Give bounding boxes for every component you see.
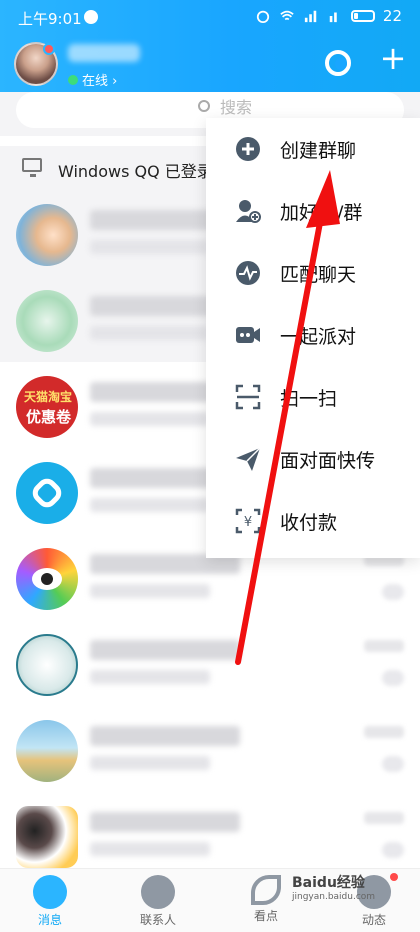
chat-time-blurred xyxy=(364,640,404,652)
menu-item-label: 收付款 xyxy=(280,511,338,534)
online-dot xyxy=(68,74,78,85)
online-label: 在线 › xyxy=(82,74,118,89)
signal-icon-2 xyxy=(329,12,337,23)
tab-label: 消息 xyxy=(37,913,62,927)
watermark-brand: Baidu经验 xyxy=(292,875,365,891)
chat-title-blurred xyxy=(90,812,240,832)
menu-item-scan[interactable]: 扫一扫 xyxy=(206,366,420,428)
tab-contacts[interactable]: 联系人 xyxy=(116,869,200,932)
plus-icon[interactable]: + xyxy=(378,42,408,74)
app-notification-icon xyxy=(84,10,98,24)
chat-preview-blurred xyxy=(90,756,210,770)
menu-item-label: 一起派对 xyxy=(280,325,357,348)
scan-icon xyxy=(235,384,261,410)
watermark-sub: jingyan.baidu.com xyxy=(292,892,376,902)
search-placeholder: 搜索 xyxy=(220,98,253,117)
search-icon xyxy=(198,100,210,112)
alarm-icon xyxy=(256,10,270,23)
chat-title-blurred xyxy=(90,640,240,660)
chat-title-blurred xyxy=(90,726,240,746)
menu-item-label: 创建群聊 xyxy=(280,139,357,162)
eye-pupil xyxy=(41,573,53,585)
chat-avatar xyxy=(16,634,78,696)
svg-text:¥: ¥ xyxy=(244,515,252,530)
chat-preview-blurred xyxy=(90,498,210,512)
menu-item-party[interactable]: 一起派对 xyxy=(206,304,420,366)
tab-messages[interactable]: 消息 xyxy=(8,869,92,932)
chat-badge-blurred xyxy=(382,670,404,686)
menu-item-face-transfer[interactable]: 面对面快传 xyxy=(206,428,420,490)
contacts-icon xyxy=(141,875,175,909)
qq-main-screen: 上午9:01 22 在线 › + 搜索 Windows QQ 已登录 天猫淘宝 … xyxy=(0,0,420,932)
chat-preview-blurred xyxy=(90,670,210,684)
list-item[interactable] xyxy=(0,706,420,792)
chat-badge-blurred xyxy=(382,584,404,600)
avatar-text-line1: 天猫淘宝 xyxy=(24,390,73,404)
status-bar: 上午9:01 22 xyxy=(0,0,420,34)
create-group-icon xyxy=(236,137,260,161)
match-chat-icon xyxy=(236,261,260,285)
signal-icon xyxy=(304,10,317,23)
battery-level: 22 xyxy=(382,7,402,25)
chat-avatar xyxy=(16,462,78,524)
chat-badge-blurred xyxy=(382,756,404,772)
list-item[interactable] xyxy=(0,792,420,878)
chat-preview-blurred xyxy=(90,412,210,426)
chat-avatar xyxy=(16,204,78,266)
list-item[interactable] xyxy=(0,620,420,706)
menu-item-create-group[interactable]: 创建群聊 xyxy=(206,118,420,180)
payment-icon: ¥ xyxy=(235,508,261,534)
online-status[interactable]: 在线 › xyxy=(68,70,117,89)
chat-avatar xyxy=(16,548,78,610)
tab-label: 联系人 xyxy=(139,913,176,927)
tab-label: 动态 xyxy=(361,913,386,927)
chat-badge-blurred xyxy=(382,842,404,858)
nickname-blurred xyxy=(68,44,140,62)
watch-icon xyxy=(251,875,281,905)
chat-avatar xyxy=(16,720,78,782)
chat-time-blurred xyxy=(364,726,404,738)
message-icon xyxy=(33,875,67,909)
menu-item-match-chat[interactable]: 匹配聊天 xyxy=(206,242,420,304)
monitor-icon xyxy=(22,158,42,177)
chat-preview-blurred xyxy=(90,842,210,856)
menu-item-payment[interactable]: ¥ 收付款 xyxy=(206,490,420,552)
add-friend-icon xyxy=(236,200,261,223)
menu-item-label: 扫一扫 xyxy=(280,387,338,410)
avatar-text-line2: 优惠卷 xyxy=(26,408,72,426)
chat-avatar: 天猫淘宝 优惠卷 xyxy=(16,376,78,438)
face-transfer-icon xyxy=(236,447,261,471)
windows-qq-label: Windows QQ 已登录 xyxy=(58,162,213,181)
tab-notification-dot xyxy=(390,873,398,881)
chat-preview-blurred xyxy=(90,584,210,598)
party-icon xyxy=(236,327,260,343)
battery-icon xyxy=(350,10,375,22)
chat-avatar xyxy=(16,806,78,868)
wifi-icon xyxy=(280,10,294,21)
chat-preview-blurred xyxy=(90,240,210,254)
status-icons: 22 xyxy=(255,7,402,25)
chat-preview-blurred xyxy=(90,326,210,340)
chat-time-blurred xyxy=(364,812,404,824)
status-time: 上午9:01 xyxy=(18,10,82,28)
avatar-notification-dot xyxy=(43,43,55,55)
menu-item-label: 加好友/群 xyxy=(280,201,363,224)
chat-avatar xyxy=(16,290,78,352)
link-icon xyxy=(28,474,66,512)
watermark: Baidu经验 jingyan.baidu.com xyxy=(292,872,375,902)
tab-label: 看点 xyxy=(253,909,278,923)
menu-item-label: 匹配聊天 xyxy=(280,263,357,286)
moon-icon[interactable] xyxy=(325,50,351,76)
menu-item-label: 面对面快传 xyxy=(280,449,376,472)
menu-item-add-friend[interactable]: 加好友/群 xyxy=(206,180,420,242)
plus-popup-menu: 创建群聊 加好友/群 匹配聊天 一起派对 扫一扫 面对面快传 ¥ 收付款 xyxy=(206,118,420,558)
